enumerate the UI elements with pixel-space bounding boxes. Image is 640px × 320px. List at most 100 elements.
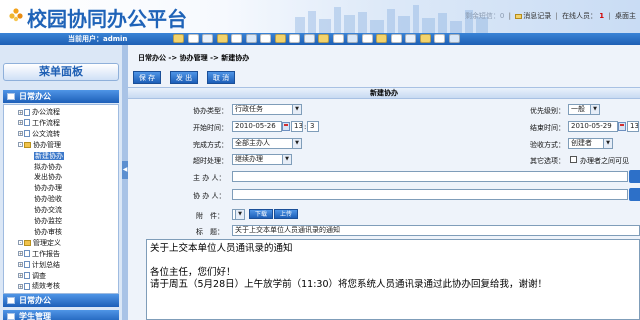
menu-item-label: 绩效考核 [32, 282, 60, 291]
list-icon[interactable] [390, 34, 402, 43]
online-count[interactable]: 1 [599, 12, 604, 20]
end-time-label: 结束时间： [530, 124, 565, 132]
menu-item[interactable]: + 办公流程 [18, 107, 60, 117]
expand-icon[interactable]: + [18, 109, 23, 115]
app-header: 校园协同办公平台 剩余短信：0 | 消息记录 | 在线人员： 1 | 桌面主 [0, 0, 640, 33]
folder-icon[interactable] [260, 34, 271, 43]
menu-item[interactable]: 协办办理 [34, 183, 62, 193]
menu-item[interactable]: 协办审核 [34, 227, 62, 237]
document-icon [24, 108, 30, 116]
expand-icon[interactable]: + [18, 120, 23, 126]
attachment-select[interactable]: ▼ [232, 209, 245, 220]
section-student-management[interactable]: 学生管理 [3, 310, 119, 320]
priority-label: 优先级别： [530, 107, 565, 115]
content-editor[interactable]: 关于上交本单位人员通讯录的通知 各位主任，您们好！ 请于周五（5月28日）上午放学… [146, 239, 640, 320]
subject-input[interactable]: 关于上交本单位人员通讯录的通知 [232, 225, 640, 236]
host-input[interactable] [232, 171, 628, 182]
menu-item[interactable]: - 管理定义 [18, 238, 61, 248]
end-date-input[interactable]: 2010-05-29 [568, 121, 618, 132]
logout-icon[interactable] [448, 34, 460, 43]
bell-icon[interactable] [419, 34, 431, 43]
co-handler-input[interactable] [232, 189, 628, 200]
menu-item[interactable]: 协办验收 [34, 194, 62, 204]
start-date-input[interactable]: 2010-05-26 [232, 121, 282, 132]
collapse-icon[interactable]: - [18, 142, 23, 148]
menu-item-label: 发出协办 [34, 173, 62, 182]
menu-item[interactable]: - 协办管理 [18, 140, 61, 150]
select-host-button[interactable] [629, 170, 640, 183]
contacts-icon[interactable] [274, 34, 286, 43]
user-icon[interactable] [318, 34, 329, 43]
menu-item[interactable]: + 公文流转 [18, 129, 60, 139]
tools-icon[interactable] [332, 34, 344, 43]
start-time-label: 开始时间： [193, 124, 228, 132]
clock-icon[interactable] [405, 34, 416, 43]
mail-icon[interactable] [187, 34, 199, 43]
calendar-icon[interactable] [202, 34, 213, 43]
send-button[interactable]: 发 出 [170, 71, 198, 84]
book-icon[interactable] [376, 34, 387, 43]
save-button[interactable]: 保 存 [133, 71, 161, 84]
visible-between-handlers-checkbox[interactable] [570, 156, 577, 163]
host-label: 主 办 人： [193, 174, 226, 182]
cancel-button[interactable]: 取 消 [207, 71, 235, 84]
download-button[interactable]: 下载 [249, 209, 273, 219]
complete-mode-select[interactable]: 全部主办人 ▼ [232, 138, 302, 149]
other-options-label: 其它选项： [530, 157, 565, 165]
chart-icon[interactable] [245, 34, 257, 43]
overtime-select[interactable]: 继续办理 ▼ [232, 154, 292, 165]
end-hour-input[interactable]: 13 [627, 121, 639, 132]
document-icon [24, 130, 30, 138]
help-icon[interactable] [347, 34, 358, 43]
document-icon[interactable] [231, 34, 242, 43]
home-icon[interactable] [173, 34, 184, 43]
select-co-handler-button[interactable] [629, 188, 640, 201]
menu-item-label: 协办交流 [34, 206, 62, 215]
logo-icon [9, 8, 23, 22]
menu-item[interactable]: + 工作流程 [18, 118, 60, 128]
menu-item[interactable]: 发出协办 [34, 172, 62, 182]
lock-icon[interactable] [434, 34, 445, 43]
menu-item[interactable]: 协办监控 [34, 216, 62, 226]
menu-item[interactable]: + 工作报告 [18, 249, 60, 259]
expand-icon[interactable]: + [18, 131, 23, 137]
document-icon [7, 313, 15, 320]
document-icon [24, 119, 30, 127]
menu-item-label: 管理定义 [33, 238, 61, 247]
expand-icon[interactable]: + [18, 251, 23, 257]
section-daily-office-bottom[interactable]: 日常办公 [3, 294, 119, 307]
menu-item[interactable]: 协办交流 [34, 205, 62, 215]
collapse-icon[interactable]: - [18, 240, 23, 246]
toolbar-icons [173, 34, 463, 43]
message-record-link[interactable]: 消息记录 [523, 12, 551, 20]
section-daily-office[interactable]: 日常办公 [3, 90, 119, 103]
chevron-down-icon: ▼ [590, 105, 599, 114]
start-minute-input[interactable]: 3 [307, 121, 319, 132]
search-icon[interactable] [289, 34, 300, 43]
upload-button[interactable]: 上传 [274, 209, 298, 219]
menu-item[interactable]: 拟办协办 [34, 162, 62, 172]
accept-mode-select[interactable]: 创建者 ▼ [568, 138, 613, 149]
settings-icon[interactable] [303, 34, 315, 43]
priority-select[interactable]: 一般 ▼ [568, 104, 600, 115]
type-select[interactable]: 行政任务 ▼ [232, 104, 302, 115]
menu-item-label: 计划总结 [32, 260, 60, 269]
desktop-link[interactable]: 桌面主 [615, 12, 636, 20]
expand-icon[interactable]: + [18, 262, 23, 268]
current-user-name: admin [103, 35, 128, 43]
start-calendar-icon[interactable] [282, 122, 290, 131]
expand-icon[interactable]: + [18, 283, 23, 289]
menu-item[interactable]: + 计划总结 [18, 260, 60, 270]
menu-item[interactable]: + 绩效考核 [18, 281, 60, 291]
document-icon [24, 261, 30, 269]
print-icon[interactable] [361, 34, 373, 43]
notice-icon[interactable] [216, 34, 228, 43]
folder-icon [24, 141, 31, 148]
expand-icon[interactable]: + [18, 273, 23, 278]
chevron-down-icon: ▼ [603, 139, 612, 148]
end-calendar-icon[interactable] [618, 122, 626, 131]
menu-item[interactable]: 新建协办 [34, 151, 64, 161]
start-hour-input[interactable]: 13 [291, 121, 303, 132]
co-handler-label: 协 办 人： [193, 192, 226, 200]
menu-item[interactable]: + 调查 [18, 271, 46, 281]
